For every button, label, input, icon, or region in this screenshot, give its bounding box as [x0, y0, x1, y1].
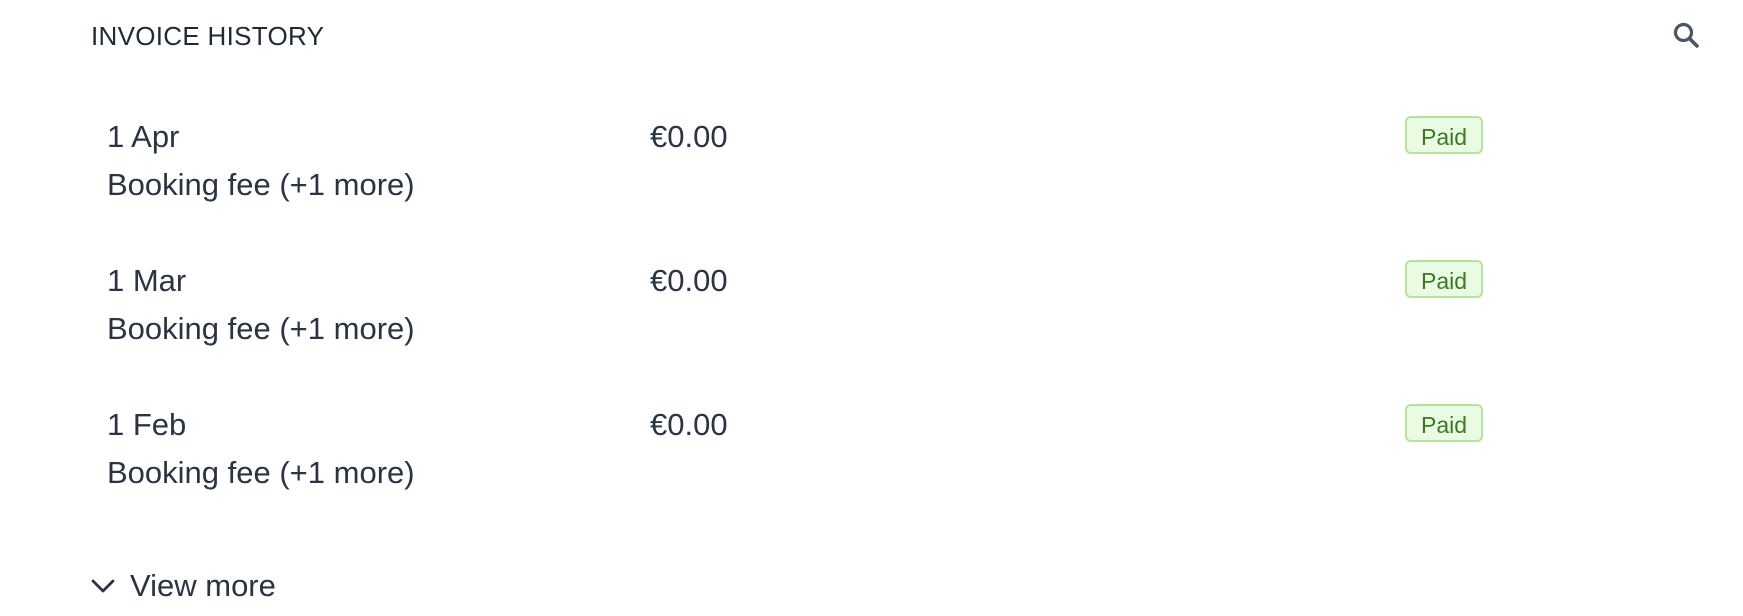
status-badge: Paid: [1405, 404, 1484, 442]
invoice-date: 1 Feb: [107, 407, 187, 442]
status-badge: Paid: [1405, 260, 1484, 298]
view-more-label: View more: [130, 568, 276, 603]
invoice-amount: €0.00: [650, 119, 728, 154]
invoice-date: 1 Apr: [107, 119, 180, 154]
search-button[interactable]: [1671, 20, 1701, 50]
section-title: INVOICE HISTORY: [91, 21, 325, 51]
invoice-description: Booking fee (+1 more): [107, 167, 415, 202]
invoice-description: Booking fee (+1 more): [107, 311, 415, 346]
invoice-row[interactable]: 1 Apr Booking fee (+1 more) €0.00 Paid: [91, 116, 1511, 238]
invoice-row[interactable]: 1 Mar Booking fee (+1 more) €0.00 Paid: [91, 260, 1511, 382]
search-icon: [1673, 22, 1699, 48]
invoice-description: Booking fee (+1 more): [107, 455, 415, 490]
chevron-down-icon: [91, 579, 115, 593]
view-more-button[interactable]: View more: [89, 566, 276, 606]
invoice-amount: €0.00: [650, 407, 728, 442]
invoice-date: 1 Mar: [107, 263, 187, 298]
invoice-row[interactable]: 1 Feb Booking fee (+1 more) €0.00 Paid: [91, 404, 1511, 526]
status-badge: Paid: [1405, 116, 1484, 154]
invoice-amount: €0.00: [650, 263, 728, 298]
